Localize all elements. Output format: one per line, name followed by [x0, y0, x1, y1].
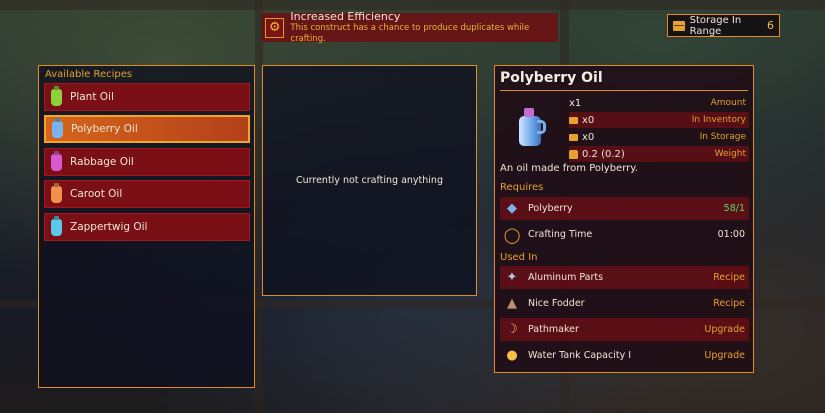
used-in-name: Nice Fodder — [528, 298, 585, 309]
requirement-name: Crafting Time — [528, 229, 593, 240]
oil-bottle-icon — [51, 185, 62, 203]
recipe-rabbage-oil[interactable]: Rabbage Oil — [44, 148, 250, 176]
used-in-type: Upgrade — [704, 350, 745, 361]
storage-label: Storage In Range — [689, 14, 742, 37]
banner-description: This construct has a chance to produce d… — [290, 23, 530, 44]
crafting-queue-panel: Currently not crafting anything — [262, 65, 477, 296]
recipes-title: Available Recipes — [45, 69, 133, 80]
stat-in-storage: x0 In Storage — [569, 129, 749, 145]
recipe-zappertwig-oil[interactable]: Zappertwig Oil — [44, 213, 250, 241]
requires-heading: Requires — [500, 182, 544, 193]
used-in-water-tank-capacity[interactable]: ● Water Tank Capacity I Upgrade — [500, 344, 749, 367]
stat-label: Weight — [714, 149, 746, 159]
efficiency-banner: ⚙ Increased Efficiency This construct ha… — [262, 10, 558, 44]
clock-icon: ◯ — [503, 225, 521, 244]
used-in-heading: Used In — [500, 252, 538, 263]
used-in-nice-fodder[interactable]: ▲ Nice Fodder Recipe — [500, 292, 749, 315]
stat-in-inventory: x0 In Inventory — [569, 112, 749, 128]
oil-bottle-icon — [52, 120, 63, 138]
recipe-plant-oil[interactable]: Plant Oil — [44, 83, 250, 111]
weight-icon — [569, 149, 578, 159]
recipe-label: Zappertwig Oil — [70, 221, 148, 233]
used-in-name: Aluminum Parts — [528, 272, 604, 283]
stat-label: Amount — [710, 98, 746, 108]
requirement-count: 58/1 — [723, 203, 745, 214]
storage-icon — [569, 133, 578, 141]
requirement-polyberry[interactable]: ◆ Polyberry 58/1 — [500, 197, 749, 220]
oil-bottle-icon — [51, 218, 62, 236]
pathmaker-icon: ☽ — [506, 322, 518, 337]
crafting-time-value: 01:00 — [717, 229, 745, 240]
stat-label: In Inventory — [691, 115, 746, 125]
aluminum-parts-icon: ✦ — [506, 270, 518, 285]
inventory-icon — [569, 116, 578, 124]
stat-value: 0.2 (0.2) — [582, 148, 625, 160]
stat-label: In Storage — [699, 132, 746, 142]
requirement-name: Polyberry — [528, 203, 573, 214]
used-in-type: Upgrade — [704, 324, 745, 335]
stat-value: x1 — [569, 97, 582, 109]
item-description: An oil made from Polyberry. — [500, 163, 638, 174]
storage-chest-icon — [673, 20, 685, 31]
water-tank-icon: ● — [506, 348, 518, 363]
used-in-type: Recipe — [713, 272, 745, 283]
banner-title: Increased Efficiency — [290, 10, 401, 23]
stat-value: x0 — [582, 114, 595, 126]
stat-value: x0 — [582, 131, 595, 143]
polyberry-oil-jug-icon — [519, 108, 547, 146]
storage-in-range-button[interactable]: Storage In Range 6 — [667, 14, 780, 37]
oil-bottle-icon — [51, 153, 62, 171]
crafting-status: Currently not crafting anything — [295, 175, 443, 186]
available-recipes-panel: Available Recipes Plant Oil Polyberry Oi… — [38, 65, 255, 388]
detail-title: Polyberry Oil — [500, 70, 603, 86]
used-in-name: Water Tank Capacity I — [528, 350, 632, 361]
recipe-polyberry-oil[interactable]: Polyberry Oil — [44, 115, 250, 143]
recipe-label: Caroot Oil — [70, 188, 123, 200]
stat-weight: 0.2 (0.2) Weight — [569, 146, 749, 162]
used-in-aluminum-parts[interactable]: ✦ Aluminum Parts Recipe — [500, 266, 749, 289]
recipe-label: Rabbage Oil — [70, 156, 134, 168]
recipe-caroot-oil[interactable]: Caroot Oil — [44, 180, 250, 208]
requirement-crafting-time: ◯ Crafting Time 01:00 — [500, 223, 749, 246]
stat-amount: x1 Amount — [569, 95, 749, 111]
recipe-detail-panel: Polyberry Oil x1 Amount x0 In Inventory … — [494, 65, 754, 373]
used-in-pathmaker[interactable]: ☽ Pathmaker Upgrade — [500, 318, 749, 341]
storage-count: 6 — [767, 19, 774, 32]
used-in-name: Pathmaker — [528, 324, 579, 335]
oil-bottle-icon — [51, 88, 62, 106]
recipe-label: Plant Oil — [70, 91, 114, 103]
gear-cog-icon: ⚙ — [265, 17, 285, 38]
fodder-icon: ▲ — [507, 296, 517, 311]
divider — [500, 90, 748, 91]
polyberry-icon: ◆ — [507, 201, 517, 216]
recipe-label: Polyberry Oil — [71, 123, 138, 135]
used-in-type: Recipe — [713, 298, 745, 309]
